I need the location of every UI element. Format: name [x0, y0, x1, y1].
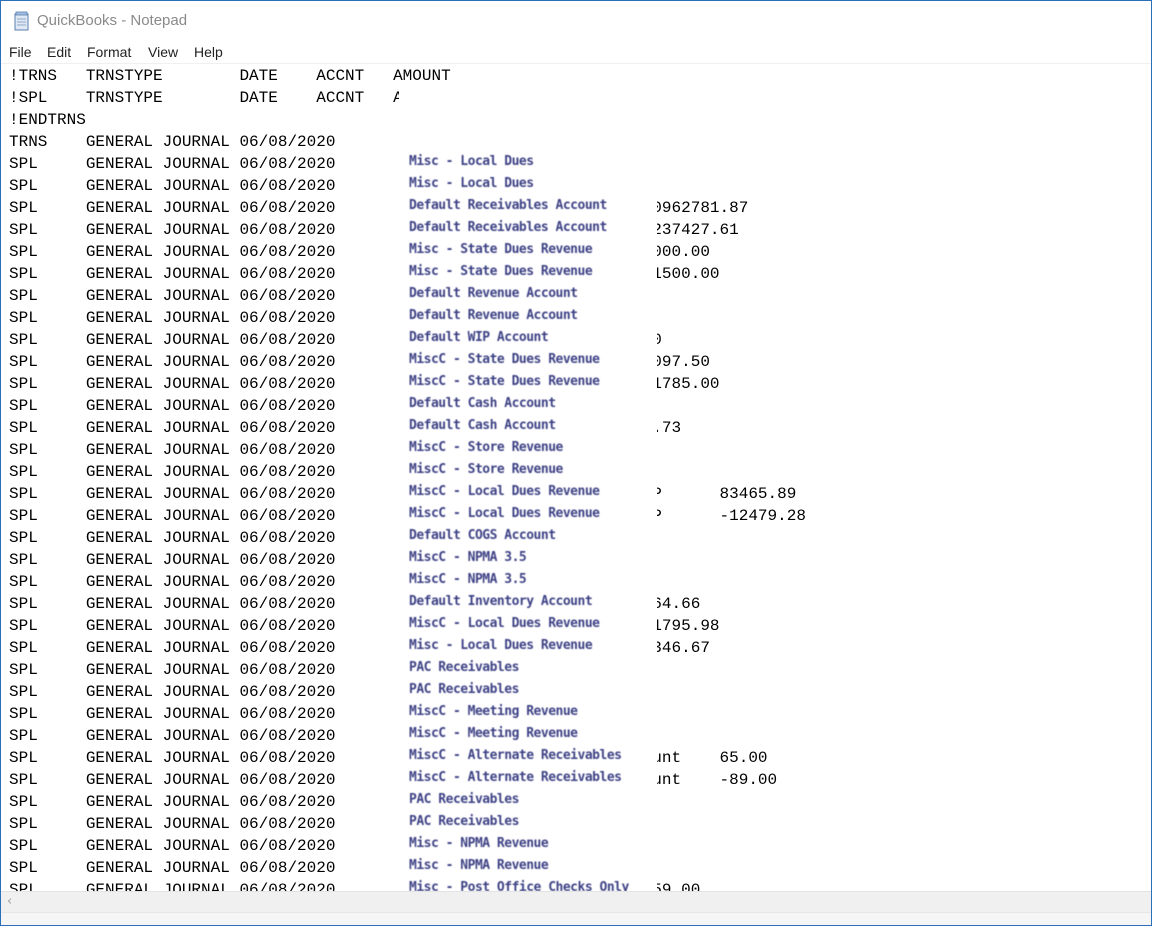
text-line: TRNS GENERAL JOURNAL 06/08/2020 0: [9, 133, 461, 151]
redacted-account-text: PAC Receivables: [409, 660, 519, 675]
status-area: [1, 912, 1151, 925]
redacted-account-text: Default Cash Account: [409, 396, 556, 411]
horizontal-scrollbar[interactable]: ‹: [1, 891, 1151, 912]
redacted-account-text: Default Receivables Account: [409, 198, 607, 213]
redacted-account-text: PAC Receivables: [409, 814, 519, 829]
redacted-account-text: MiscC - NPMA 3.5: [409, 550, 527, 565]
menu-format[interactable]: Format: [87, 44, 131, 60]
redacted-account-text: MiscC - Local Dues Revenue: [409, 616, 600, 631]
redacted-account-text: MiscC - Store Revenue: [409, 440, 563, 455]
redacted-account-text: MiscC - Meeting Revenue: [409, 726, 578, 741]
scrollbar-thumb[interactable]: [19, 896, 1129, 908]
redacted-account-text: Default Revenue Account: [409, 308, 578, 323]
menu-edit[interactable]: Edit: [47, 44, 71, 60]
redacted-account-text: MiscC - Store Revenue: [409, 462, 563, 477]
redacted-account-text: MiscC - NPMA 3.5: [409, 572, 527, 587]
window-title: QuickBooks - Notepad: [37, 12, 188, 29]
title-bar: QuickBooks - Notepad: [1, 1, 1151, 41]
scroll-left-arrow-icon[interactable]: ‹: [7, 894, 12, 909]
redacted-account-text: PAC Receivables: [409, 792, 519, 807]
redacted-account-text: MiscC - Local Dues Revenue: [409, 506, 600, 521]
redacted-account-text: Default Receivables Account: [409, 220, 607, 235]
menu-view[interactable]: View: [148, 44, 178, 60]
redacted-account-text: Misc - Local Dues: [409, 154, 534, 169]
redacted-account-text: Default WIP Account: [409, 330, 549, 345]
text-line: !ENDTRNS: [9, 111, 86, 129]
text-line: !TRNS TRNSTYPE DATE ACCNT AMOUNT: [9, 67, 451, 85]
redacted-account-text: Default COGS Account: [409, 528, 556, 543]
notepad-window: QuickBooks - Notepad File Edit Format Vi…: [0, 0, 1152, 926]
redacted-account-text: Misc - State Dues Revenue: [409, 264, 593, 279]
text-line: !SPL TRNSTYPE DATE ACCNT AMOUNT: [9, 89, 451, 107]
redacted-account-column: Misc - Local Dues Misc - Local Dues Defaul…: [399, 91, 657, 897]
redacted-account-text: MiscC - Local Dues Revenue: [409, 484, 600, 499]
redacted-account-text: MiscC - State Dues Revenue: [409, 374, 600, 389]
redacted-account-text: Default Inventory Account: [409, 594, 593, 609]
menu-file[interactable]: File: [9, 44, 32, 60]
notepad-icon: [14, 11, 29, 31]
redacted-account-text: Misc - NPMA Revenue: [409, 858, 549, 873]
redacted-account-text: Misc - State Dues Revenue: [409, 242, 593, 257]
redacted-account-text: MiscC - Meeting Revenue: [409, 704, 578, 719]
redacted-account-text: MiscC - Alternate Receivables: [409, 748, 622, 763]
redacted-account-text: PAC Receivables: [409, 682, 519, 697]
menu-help[interactable]: Help: [194, 44, 223, 60]
redacted-account-text: Misc - Local Dues: [409, 176, 534, 191]
redacted-account-text: MiscC - Alternate Receivables: [409, 770, 622, 785]
redacted-account-text: Misc - Local Dues Revenue: [409, 638, 593, 653]
redacted-account-text: MiscC - State Dues Revenue: [409, 352, 600, 367]
text-line: SPL GENERAL JOURNAL 06/08/2020 bles Acco…: [9, 771, 778, 789]
menu-bar: File Edit Format View Help: [1, 41, 1151, 64]
redacted-account-text: Default Revenue Account: [409, 286, 578, 301]
redacted-account-text: Misc - NPMA Revenue: [409, 836, 549, 851]
redacted-account-text: Default Cash Account: [409, 418, 556, 433]
